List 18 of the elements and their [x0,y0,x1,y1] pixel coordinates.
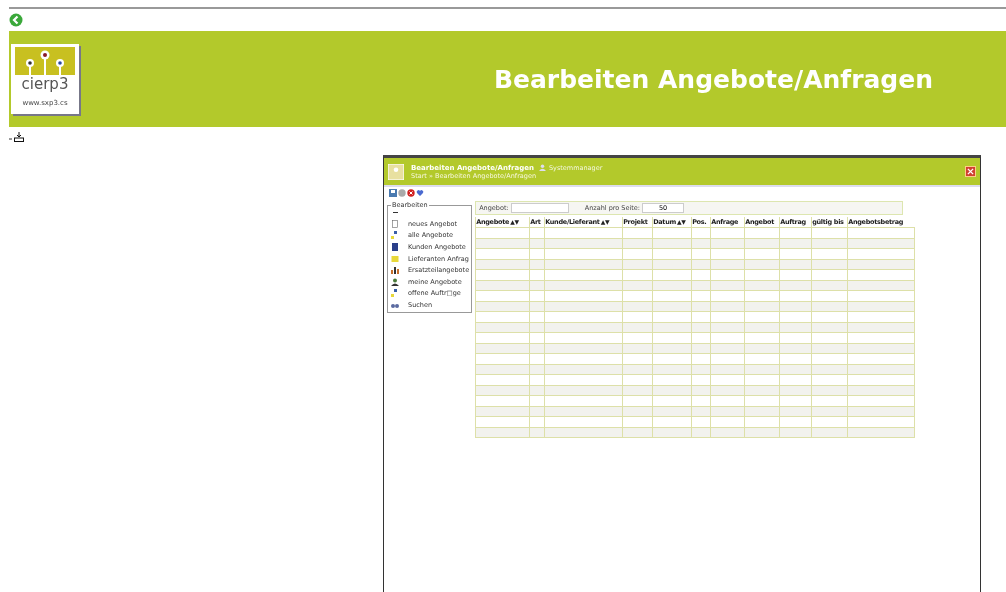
tree-icon [391,289,399,298]
page-title: Bearbeiten Angebote/Anfragen [494,64,934,94]
chart-icon [391,266,399,275]
download-icon[interactable] [9,132,25,142]
logo-text: cierp3 [21,75,69,93]
heart-icon[interactable] [416,189,424,197]
cancel-icon[interactable] [407,189,415,197]
tree-icon [391,231,399,240]
person-icon [391,277,399,286]
user-icon [538,164,546,171]
circuit-dots-icon [15,47,75,75]
page-icon [391,219,399,228]
back-icon[interactable] [9,13,23,27]
app-logo-icon [388,163,404,180]
save-icon[interactable] [389,189,397,197]
close-button[interactable] [965,166,976,177]
offer-input-field[interactable] [510,203,569,213]
book-icon [391,243,399,251]
